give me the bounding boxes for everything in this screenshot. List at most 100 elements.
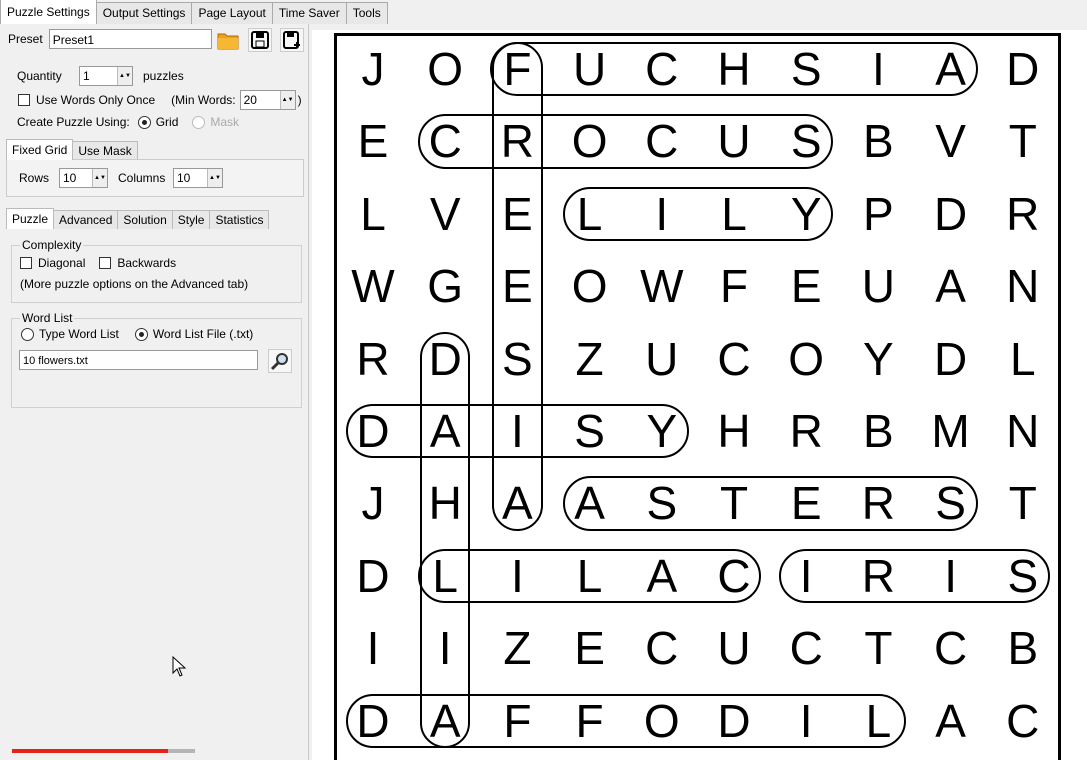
spinner-arrows-icon[interactable]: ▲▼ — [207, 169, 222, 187]
tab-solution[interactable]: Solution — [117, 210, 173, 229]
tab-tools[interactable]: Tools — [345, 2, 388, 24]
browse-file-button[interactable] — [268, 349, 292, 373]
tab-advanced[interactable]: Advanced — [53, 210, 119, 229]
grid-letter: B — [863, 405, 894, 457]
grid-letter: N — [1006, 405, 1040, 457]
grid-letter: V — [429, 187, 461, 240]
grid-radio[interactable] — [137, 115, 151, 129]
use-words-once-label: Use Words Only Once — [36, 93, 156, 107]
grid-letter: O — [788, 332, 825, 385]
word-list-file-radio[interactable] — [134, 327, 148, 341]
mask-radio[interactable] — [192, 115, 206, 129]
spinner-arrows-icon[interactable]: ▲▼ — [92, 169, 107, 187]
grid-letter: Z — [575, 332, 604, 385]
tab-style[interactable]: Style — [171, 210, 211, 229]
tab-use-mask[interactable]: Use Mask — [72, 141, 138, 160]
grid-letter: C — [1006, 694, 1040, 747]
grid-letter: U — [645, 332, 679, 385]
tab-puzzle[interactable]: Puzzle — [6, 208, 55, 229]
found-word-oval — [562, 186, 834, 242]
tab-puzzle-settings[interactable]: Puzzle Settings — [0, 0, 97, 24]
grid-letter: Y — [863, 332, 894, 385]
tab-fixed-grid[interactable]: Fixed Grid — [6, 139, 74, 160]
tab-statistics[interactable]: Statistics — [209, 210, 270, 229]
preset-input[interactable]: Preset1 — [48, 29, 212, 49]
grid-letter: N — [1006, 260, 1040, 313]
quantity-unit: puzzles — [143, 69, 184, 83]
grid-letter: R — [789, 405, 823, 457]
complexity-title: Complexity — [20, 238, 84, 252]
grid-letter: H — [717, 405, 751, 457]
grid-letter: W — [640, 260, 684, 313]
magnifier-icon — [270, 353, 288, 371]
save-as-icon — [283, 31, 300, 49]
save-as-preset-button[interactable] — [280, 28, 304, 52]
spinner-arrows-icon[interactable]: ▲▼ — [279, 91, 295, 109]
grid-letter: D — [933, 332, 968, 385]
grid-letter: T — [1008, 115, 1037, 168]
grid-letter: L — [1010, 332, 1036, 385]
grid-letter: J — [361, 43, 385, 95]
grid-letter: C — [717, 332, 751, 385]
columns-spinner[interactable]: 10 ▲▼ — [173, 168, 223, 188]
create-using-label: Create Puzzle Using: — [17, 115, 130, 129]
word-list-file-input[interactable]: 10 flowers.txt — [19, 350, 258, 370]
backwards-label: Backwards — [117, 256, 177, 270]
found-word-oval — [492, 42, 543, 531]
found-word-oval — [562, 476, 978, 531]
open-folder-button[interactable] — [216, 28, 240, 52]
grid-letter: W — [351, 260, 395, 313]
grid-letter: O — [571, 260, 608, 313]
quantity-label: Quantity — [17, 69, 62, 83]
grid-letter: D — [933, 187, 968, 240]
word-list-title: Word List — [20, 311, 75, 325]
type-word-list-radio[interactable] — [21, 327, 34, 341]
min-words-close: ) — [297, 93, 302, 107]
grid-radio-label: Grid — [155, 115, 179, 129]
grid-letter: C — [789, 622, 823, 675]
backwards-checkbox[interactable] — [99, 257, 112, 269]
tab-page-layout[interactable]: Page Layout — [191, 2, 273, 24]
grid-letter: B — [863, 115, 894, 168]
columns-label: Columns — [118, 171, 166, 185]
folder-icon — [217, 33, 239, 50]
grid-letter: A — [935, 694, 966, 747]
found-word-oval — [490, 42, 978, 97]
tab-time-saver[interactable]: Time Saver — [271, 2, 347, 24]
min-words-label: (Min Words: — [171, 93, 236, 107]
video-progress-fill — [12, 749, 168, 753]
grid-letter: M — [931, 405, 970, 457]
grid-letter: G — [427, 260, 464, 313]
complexity-group: Complexity — [11, 238, 302, 303]
top-tab-bar: Puzzle Settings Output Settings Page Lay… — [0, 0, 388, 24]
grid-letter: B — [1007, 622, 1039, 675]
grid-letter: A — [935, 260, 966, 313]
rows-label: Rows — [19, 171, 50, 185]
grid-letter: C — [645, 622, 679, 675]
found-word-oval — [418, 114, 834, 169]
grid-letter: D — [1006, 43, 1040, 95]
use-words-once-checkbox[interactable] — [18, 94, 30, 106]
quantity-spinner[interactable]: 1 ▲▼ — [79, 66, 133, 86]
rows-spinner[interactable]: 10 ▲▼ — [59, 168, 108, 188]
grid-letter: E — [357, 115, 389, 168]
type-word-list-label: Type Word List — [39, 327, 119, 341]
grid-letter: O — [427, 43, 464, 95]
save-preset-button[interactable] — [248, 28, 272, 52]
grid-letter: I — [366, 622, 380, 675]
diagonal-checkbox[interactable] — [20, 257, 32, 269]
grid-letter: D — [356, 549, 390, 602]
found-word-oval — [779, 548, 1050, 604]
grid-letter: T — [864, 622, 893, 675]
grid-letter: F — [719, 260, 749, 313]
grid-letter: L — [360, 187, 386, 240]
found-word-oval — [420, 331, 471, 748]
video-progress-bar[interactable] — [12, 749, 195, 753]
spinner-arrows-icon[interactable]: ▲▼ — [117, 67, 132, 85]
tab-output-settings[interactable]: Output Settings — [95, 2, 193, 24]
grid-letter: P — [863, 187, 894, 240]
min-words-spinner[interactable]: 20 ▲▼ — [239, 90, 296, 110]
grid-letter: U — [717, 622, 751, 675]
grid-letter: E — [790, 260, 822, 313]
grid-mode-tabs: Fixed Grid Use Mask — [6, 139, 138, 160]
